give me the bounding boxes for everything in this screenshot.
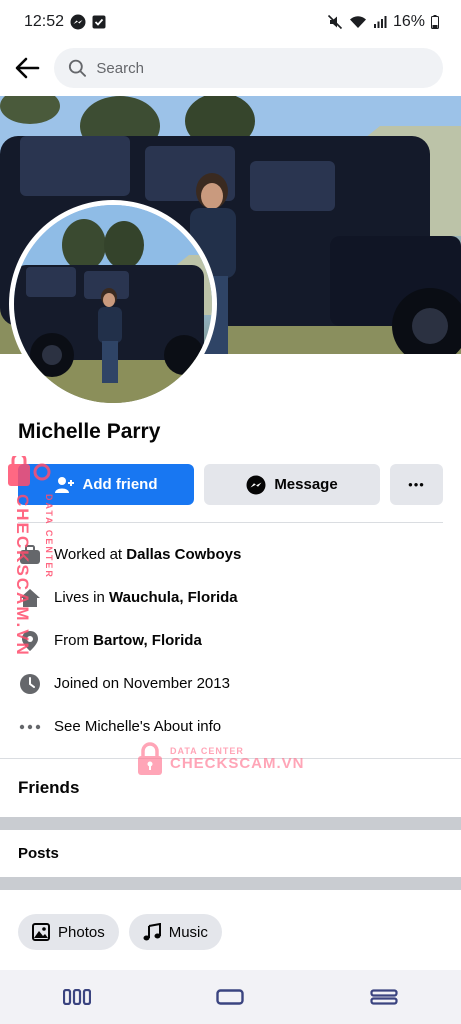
music-chip[interactable]: Music: [128, 914, 222, 950]
menu-nav-icon: [370, 989, 398, 1005]
posts-section-title: Posts: [18, 845, 59, 862]
music-icon: [143, 923, 161, 941]
about-value[interactable]: Bartow, Florida: [93, 632, 202, 649]
photos-chip-label: Photos: [58, 923, 105, 941]
status-time: 12:52: [24, 13, 65, 30]
top-nav: [0, 44, 461, 92]
system-nav-bar: [0, 970, 461, 1024]
recent-apps-icon: [62, 989, 91, 1005]
about-value[interactable]: Dallas Cowboys: [126, 546, 241, 563]
friends-section-title[interactable]: Friends: [18, 778, 79, 798]
back-nav-button[interactable]: [354, 977, 414, 1017]
back-button[interactable]: [10, 51, 44, 85]
avatar: [14, 205, 212, 403]
about-text-joined: Joined on November 2013: [54, 675, 230, 692]
about-item-joined: Joined on November 2013: [0, 662, 461, 705]
about-text-work: Worked at Dallas Cowboys: [54, 546, 241, 563]
about-item-home: Lives in Wauchula, Florida: [0, 576, 461, 619]
watermark-center: DATA CENTER CHECKSCAM.VN: [136, 742, 305, 776]
message-button[interactable]: Message: [204, 464, 380, 505]
photos-chip[interactable]: Photos: [18, 914, 119, 950]
add-friend-label: Add friend: [82, 476, 158, 493]
more-options-button[interactable]: •••: [390, 464, 443, 505]
messenger-notification-icon: [70, 14, 86, 30]
watermark-vertical-text: CHECKSCAM.VN DATA CENTER: [4, 494, 54, 657]
watermark-top-vertical: DATA CENTER: [44, 494, 54, 579]
about-text-home: Lives in Wauchula, Florida: [54, 589, 238, 606]
profile-actions: Add friend Message •••: [18, 464, 443, 505]
profile-picture-image: [14, 205, 212, 403]
about-list: Worked at Dallas Cowboys Lives in Wauchu…: [0, 533, 461, 748]
clock-icon: [18, 672, 42, 696]
home-button[interactable]: [200, 977, 260, 1017]
more-options-label: •••: [408, 477, 425, 492]
more-dots-icon: [18, 715, 42, 739]
about-value[interactable]: Wauchula, Florida: [109, 589, 238, 606]
section-separator: [0, 817, 461, 830]
about-text-from: From Bartow, Florida: [54, 632, 202, 649]
see-about-info-link[interactable]: See Michelle's About info: [54, 718, 221, 735]
profile-name: Michelle Parry: [18, 420, 161, 443]
signal-icon: [373, 15, 387, 29]
battery-icon: [431, 15, 439, 29]
mute-icon: [327, 14, 343, 30]
watermark-center-text: DATA CENTER CHECKSCAM.VN: [170, 747, 305, 772]
section-separator: [0, 877, 461, 890]
watermark-brand-vertical: CHECKSCAM.VN: [13, 494, 32, 657]
content-filter-chips: Photos Music: [18, 914, 222, 950]
battery-percent: 16%: [392, 13, 425, 30]
status-right: 16%: [327, 13, 439, 31]
wifi-icon: [349, 15, 367, 29]
profile-picture[interactable]: [9, 200, 217, 408]
messenger-icon: [246, 475, 266, 494]
checkbox-notification-icon: [92, 15, 106, 29]
search-icon: [68, 59, 86, 77]
about-prefix: From: [54, 632, 94, 649]
search-bar[interactable]: [54, 48, 443, 88]
status-bar: 12:52 16%: [0, 0, 461, 44]
watermark-vertical: CHECKSCAM.VN DATA CENTER: [4, 452, 54, 657]
about-item-work: Worked at Dallas Cowboys: [0, 533, 461, 576]
home-nav-icon: [216, 989, 245, 1005]
photos-icon: [32, 923, 50, 941]
music-chip-label: Music: [168, 923, 208, 941]
about-prefix: Worked at: [54, 546, 127, 563]
divider: [18, 522, 443, 523]
lock-icon: [138, 742, 162, 775]
watermark-brand: CHECKSCAM.VN: [170, 755, 305, 772]
recent-apps-button[interactable]: [47, 977, 107, 1017]
search-input[interactable]: [96, 59, 429, 77]
back-arrow-icon: [15, 57, 40, 79]
status-left: 12:52: [24, 13, 106, 31]
message-label: Message: [274, 476, 338, 493]
about-item-from: From Bartow, Florida: [0, 619, 461, 662]
about-prefix: Lives in: [54, 589, 110, 606]
add-friend-icon: [54, 476, 74, 493]
